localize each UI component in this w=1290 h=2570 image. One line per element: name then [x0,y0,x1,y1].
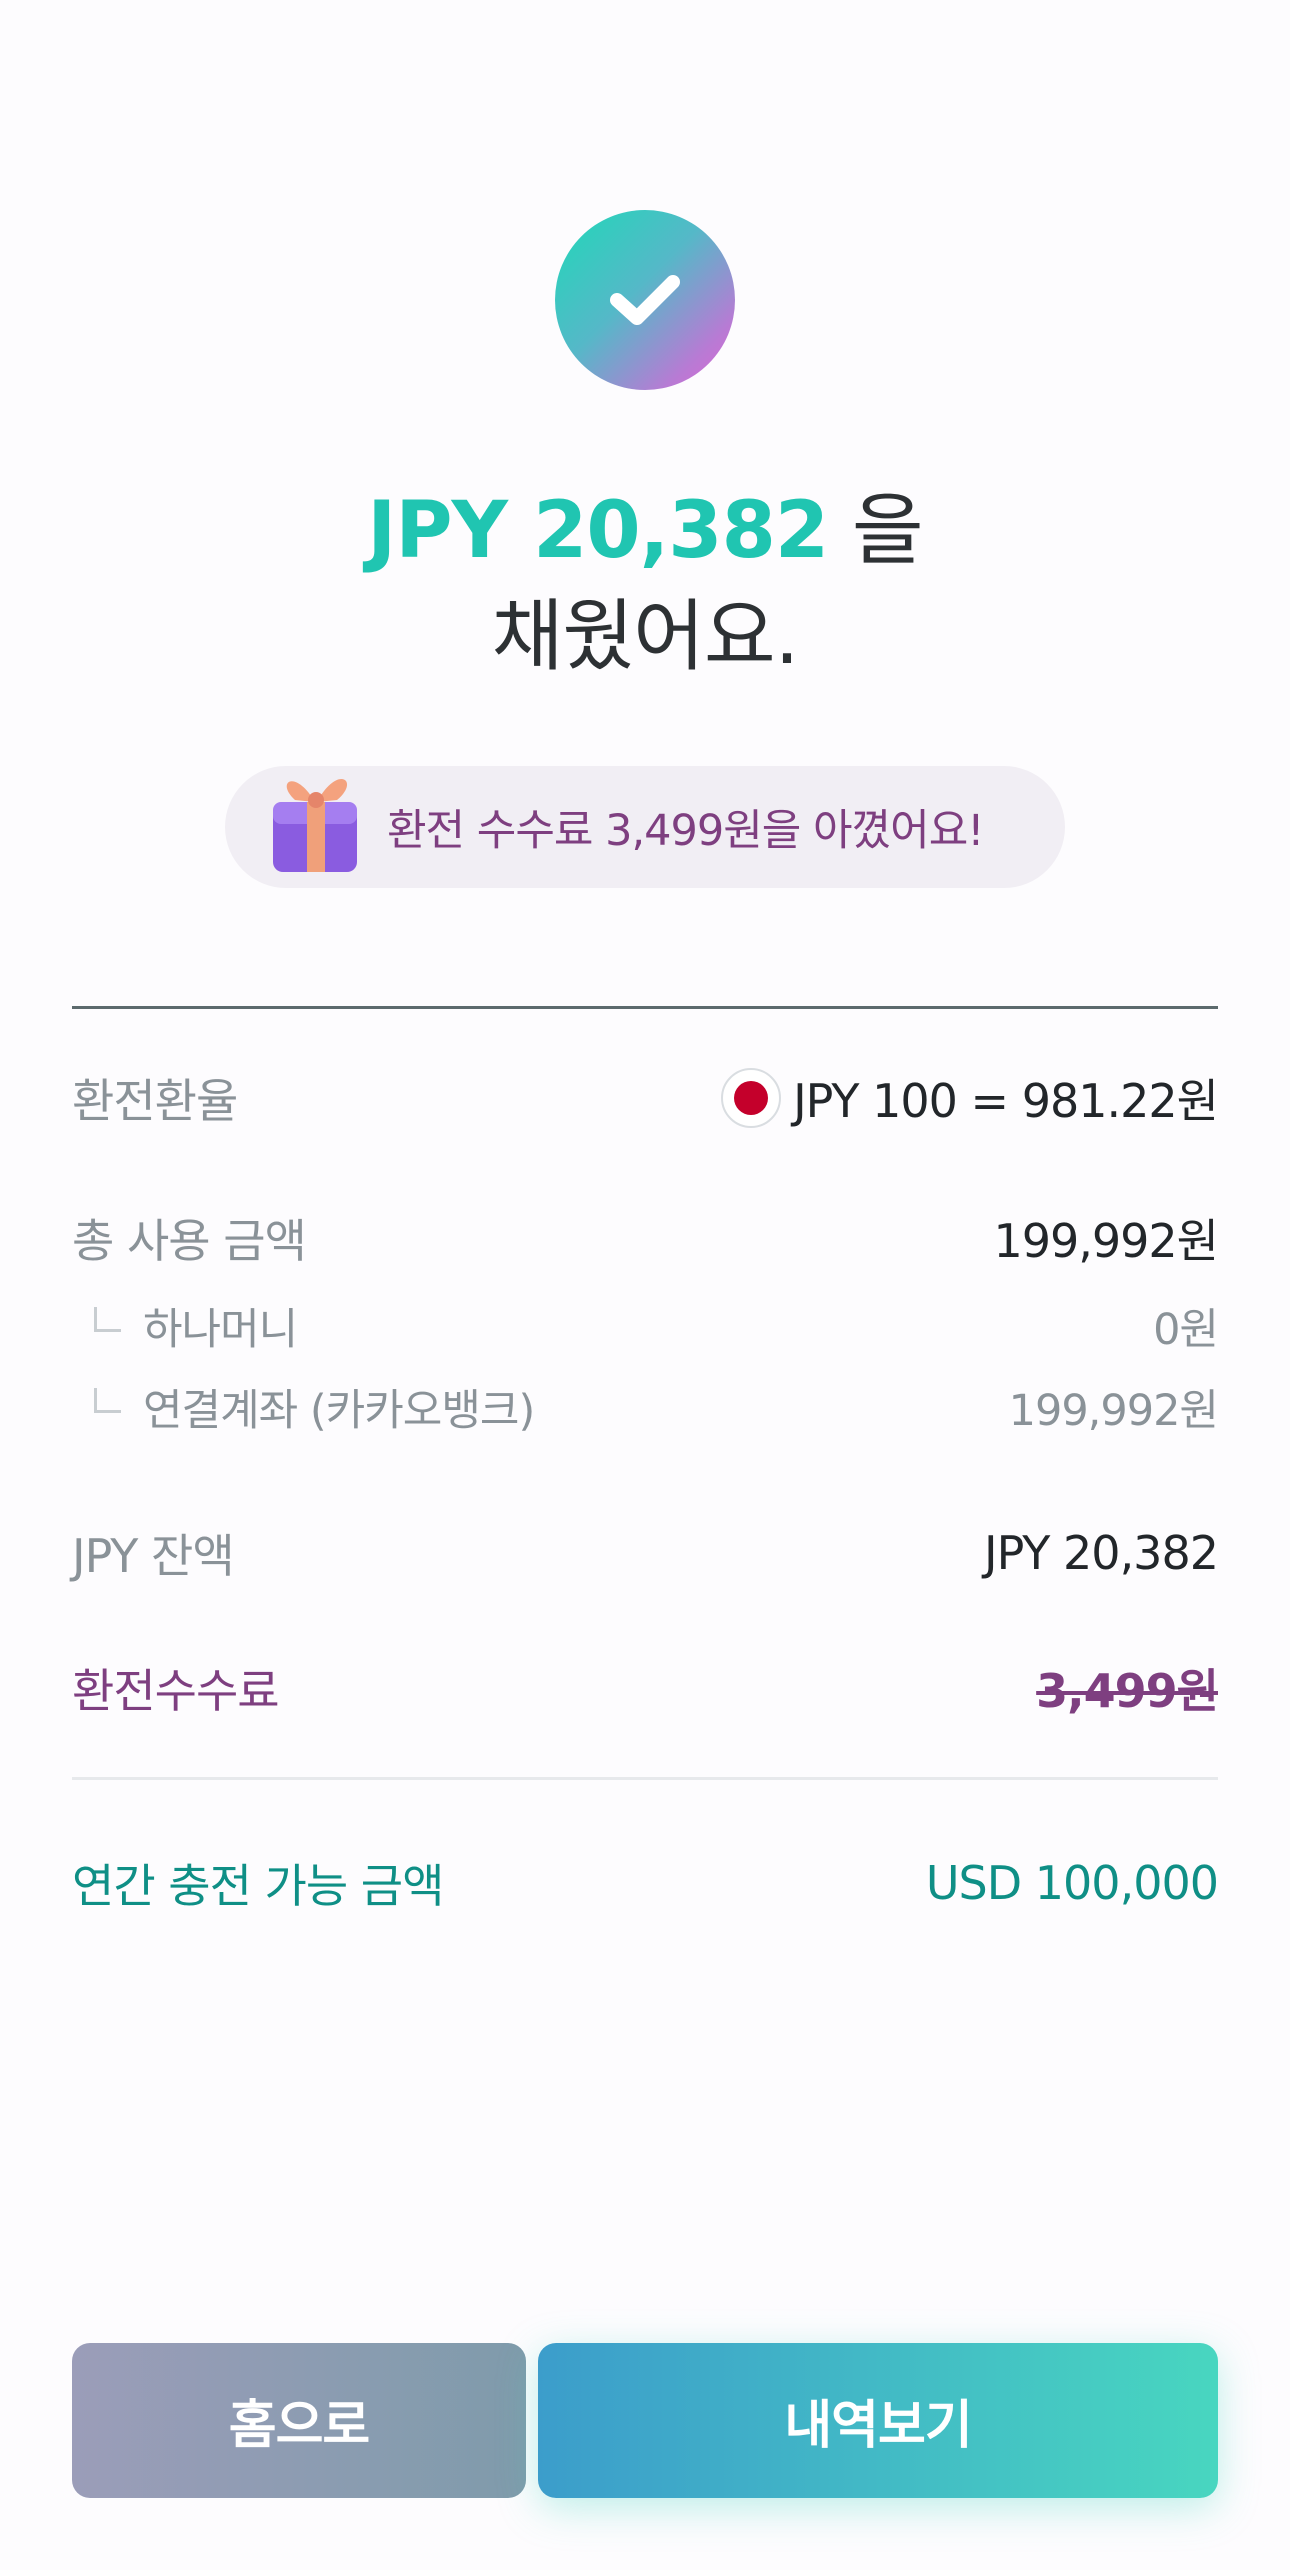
top-divider [72,1006,1218,1009]
hana-money-row: 하나머니 0원 [72,1295,1219,1357]
result-headline: JPY 20,382 을 채웠어요. [0,478,1290,690]
savings-banner: 환전 수수료 3,499원을 아꼈어요! [225,766,1065,888]
japan-flag-icon [721,1068,782,1128]
exchange-rate-value: JPY 100 = 981.22원 [793,1074,1219,1128]
annual-limit-row: 연간 충전 가능 금액 USD 100,000 [72,1850,1219,1916]
linked-account-row: 연결계좌 (카카오뱅크) 199,992원 [72,1376,1219,1438]
total-used-row: 총 사용 금액 199,992원 [72,1205,1219,1271]
savings-text: 환전 수수료 3,499원을 아꼈어요! [387,806,985,856]
exchange-rate-label: 환전환율 [72,1074,238,1128]
annual-limit-label: 연간 충전 가능 금액 [72,1859,444,1913]
gift-icon [273,778,357,872]
hana-money-value: 0원 [1153,1305,1219,1355]
exchange-rate-row: 환전환율 JPY 100 = 981.22원 [72,1065,1219,1131]
total-used-value: 199,992원 [993,1214,1219,1268]
view-history-button[interactable]: 내역보기 [538,2343,1218,2498]
branch-icon [94,1306,121,1332]
home-button[interactable]: 홈으로 [72,2343,526,2498]
bottom-divider [72,1777,1218,1780]
exchange-fee-row: 환전수수료 3,499원 [72,1655,1219,1721]
jpy-balance-label: JPY 잔액 [72,1529,235,1583]
check-icon [610,275,680,325]
jpy-balance-value: JPY 20,382 [984,1526,1219,1580]
headline-line2: 채웠어요. [491,592,800,682]
branch-icon [94,1387,121,1413]
exchange-rate-value-group: JPY 100 = 981.22원 [721,1065,1219,1131]
exchange-fee-value: 3,499원 [1036,1664,1219,1718]
success-check-badge [555,210,735,390]
linked-account-value: 199,992원 [1008,1386,1219,1436]
jpy-balance-row: JPY 잔액 JPY 20,382 [72,1520,1219,1586]
total-used-label: 총 사용 금액 [72,1214,307,1268]
annual-limit-value: USD 100,000 [925,1856,1219,1910]
hana-money-label: 하나머니 [143,1305,298,1355]
exchange-fee-label: 환전수수료 [72,1664,280,1718]
charged-amount: JPY 20,382 [367,486,829,576]
linked-account-label: 연결계좌 (카카오뱅크) [143,1386,535,1436]
headline-particle: 을 [828,486,924,576]
